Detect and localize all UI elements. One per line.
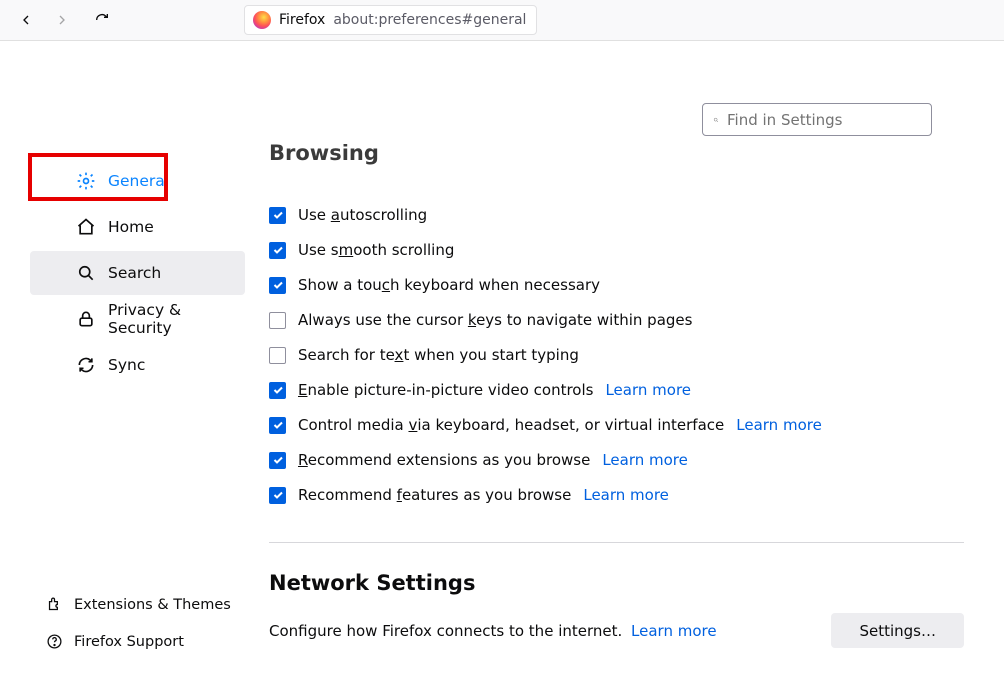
gear-icon bbox=[76, 171, 96, 191]
sidebar-label: Extensions & Themes bbox=[74, 597, 231, 613]
learn-more-link[interactable]: Learn more bbox=[583, 486, 669, 504]
option-row: Enable picture-in-picture video controls… bbox=[269, 381, 964, 399]
checkbox[interactable] bbox=[269, 207, 286, 224]
learn-more-link[interactable]: Learn more bbox=[631, 622, 717, 640]
url-bar[interactable]: Firefox about:preferences#general bbox=[244, 5, 537, 35]
sidebar-label: Sync bbox=[108, 356, 145, 374]
option-label[interactable]: Enable picture-in-picture video controls bbox=[298, 381, 593, 399]
checkbox[interactable] bbox=[269, 417, 286, 434]
reload-button[interactable] bbox=[88, 6, 116, 34]
learn-more-link[interactable]: Learn more bbox=[602, 451, 688, 469]
sync-icon bbox=[76, 355, 96, 375]
checkbox[interactable] bbox=[269, 382, 286, 399]
sidebar-label: Privacy & Security bbox=[108, 301, 245, 337]
search-icon bbox=[76, 263, 96, 283]
option-row: Recommend features as you browse Learn mo… bbox=[269, 486, 964, 504]
option-row: Recommend extensions as you browse Learn … bbox=[269, 451, 964, 469]
option-label[interactable]: Use smooth scrolling bbox=[298, 241, 454, 259]
option-row: Use smooth scrolling bbox=[269, 241, 964, 259]
search-icon bbox=[713, 113, 719, 127]
divider bbox=[269, 542, 964, 543]
find-in-settings[interactable] bbox=[702, 103, 932, 136]
option-label[interactable]: Use autoscrolling bbox=[298, 206, 427, 224]
sidebar-footer: Extensions & Themes Firefox Support bbox=[0, 586, 255, 660]
network-heading: Network Settings bbox=[269, 571, 964, 595]
find-in-settings-input[interactable] bbox=[727, 111, 921, 129]
sidebar-item-general[interactable]: General bbox=[30, 159, 245, 203]
identity-label: Firefox bbox=[279, 12, 325, 28]
option-row: Show a touch keyboard when necessary bbox=[269, 276, 964, 294]
sidebar-item-extensions[interactable]: Extensions & Themes bbox=[0, 586, 245, 623]
browser-toolbar: Firefox about:preferences#general bbox=[0, 0, 1004, 41]
sidebar: General Home Search Privacy & Security S… bbox=[0, 41, 255, 690]
checkbox[interactable] bbox=[269, 312, 286, 329]
lock-icon bbox=[76, 309, 96, 329]
sidebar-item-privacy[interactable]: Privacy & Security bbox=[30, 297, 245, 341]
puzzle-icon bbox=[46, 596, 63, 613]
sidebar-label: Firefox Support bbox=[74, 634, 184, 650]
option-label[interactable]: Recommend extensions as you browse bbox=[298, 451, 590, 469]
sidebar-label: Search bbox=[108, 264, 161, 282]
sidebar-item-home[interactable]: Home bbox=[30, 205, 245, 249]
url-text: about:preferences#general bbox=[333, 12, 526, 28]
option-row: Always use the cursor keys to navigate w… bbox=[269, 311, 964, 329]
sidebar-item-search[interactable]: Search bbox=[30, 251, 245, 295]
checkbox[interactable] bbox=[269, 452, 286, 469]
learn-more-link[interactable]: Learn more bbox=[605, 381, 691, 399]
option-row: Use autoscrolling bbox=[269, 206, 964, 224]
main-content: Browsing Use autoscrollingUse smooth scr… bbox=[255, 41, 1004, 690]
network-description: Configure how Firefox connects to the in… bbox=[269, 622, 717, 640]
checkbox[interactable] bbox=[269, 242, 286, 259]
learn-more-link[interactable]: Learn more bbox=[736, 416, 822, 434]
option-row: Search for text when you start typing bbox=[269, 346, 964, 364]
option-label[interactable]: Control media via keyboard, headset, or … bbox=[298, 416, 724, 434]
home-icon bbox=[76, 217, 96, 237]
sidebar-item-support[interactable]: Firefox Support bbox=[0, 623, 245, 660]
network-settings-button[interactable]: Settings… bbox=[831, 613, 964, 648]
checkbox[interactable] bbox=[269, 487, 286, 504]
checkbox[interactable] bbox=[269, 347, 286, 364]
help-icon bbox=[46, 633, 63, 650]
sidebar-label: General bbox=[108, 172, 169, 190]
option-row: Control media via keyboard, headset, or … bbox=[269, 416, 964, 434]
firefox-logo-icon bbox=[253, 11, 271, 29]
option-label[interactable]: Always use the cursor keys to navigate w… bbox=[298, 311, 692, 329]
option-label[interactable]: Recommend features as you browse bbox=[298, 486, 571, 504]
sidebar-label: Home bbox=[108, 218, 154, 236]
checkbox[interactable] bbox=[269, 277, 286, 294]
option-label[interactable]: Search for text when you start typing bbox=[298, 346, 579, 364]
forward-button[interactable] bbox=[48, 6, 76, 34]
back-button[interactable] bbox=[12, 6, 40, 34]
option-label[interactable]: Show a touch keyboard when necessary bbox=[298, 276, 600, 294]
sidebar-item-sync[interactable]: Sync bbox=[30, 343, 245, 387]
